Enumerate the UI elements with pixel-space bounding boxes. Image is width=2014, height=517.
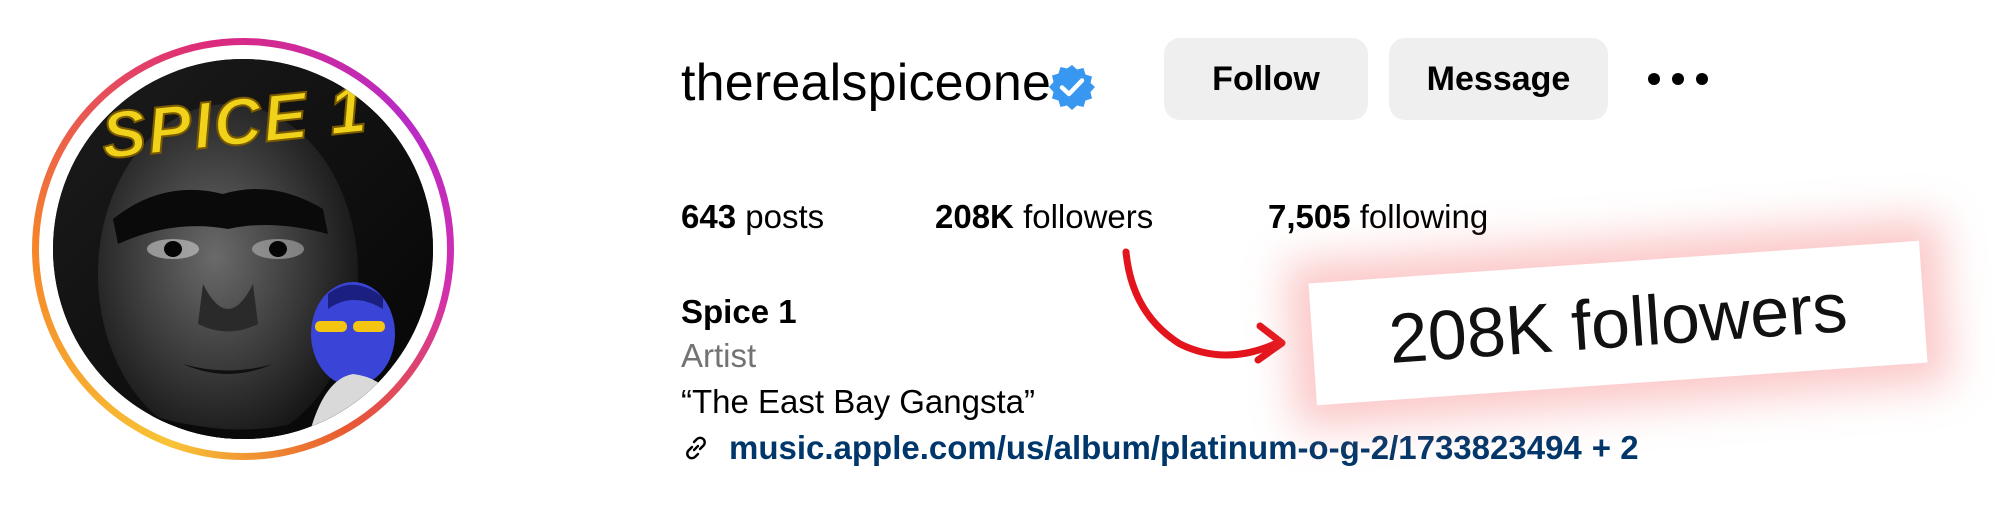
curved-arrow-icon (1122, 248, 1286, 364)
profile-avatar[interactable]: SPICE 1 (32, 38, 454, 460)
avatar-image: SPICE 1 (53, 59, 433, 439)
following-number: 7,505 (1268, 198, 1351, 235)
message-button[interactable]: Message (1389, 38, 1608, 120)
more-dot (1696, 73, 1708, 85)
followers-zoom-callout: 208K followers (1308, 240, 1928, 406)
verified-badge-icon (1049, 65, 1095, 110)
followers-number: 208K (935, 198, 1014, 235)
callout-text: 208K followers (1386, 268, 1850, 378)
more-options-icon[interactable] (1648, 64, 1708, 94)
bio-display-name: Spice 1 (681, 293, 797, 330)
followers-label: followers (1023, 198, 1154, 235)
bio-text: “The East Bay Gangsta” (681, 383, 1035, 420)
avatar-photo: SPICE 1 (53, 59, 433, 439)
profile-username: therealspiceone (681, 54, 1052, 112)
link-icon (686, 436, 706, 460)
follow-button[interactable]: Follow (1164, 38, 1368, 120)
more-dot (1648, 73, 1660, 85)
bio-external-link[interactable]: music.apple.com/us/album/platinum-o-g-2/… (681, 424, 1639, 472)
posts-label: posts (745, 198, 825, 235)
bio-link-extra: + 2 (1591, 429, 1639, 466)
bio-category: Artist (681, 337, 757, 374)
following-link[interactable]: 7,505 following (1268, 192, 1488, 242)
posts-number: 643 (681, 198, 737, 235)
following-label: following (1359, 198, 1489, 235)
more-dot (1672, 73, 1684, 85)
bio-link-text: music.apple.com/us/album/platinum-o-g-2/… (729, 429, 1582, 466)
posts-count: 643 posts (681, 192, 824, 242)
followers-link[interactable]: 208K followers (935, 192, 1153, 242)
